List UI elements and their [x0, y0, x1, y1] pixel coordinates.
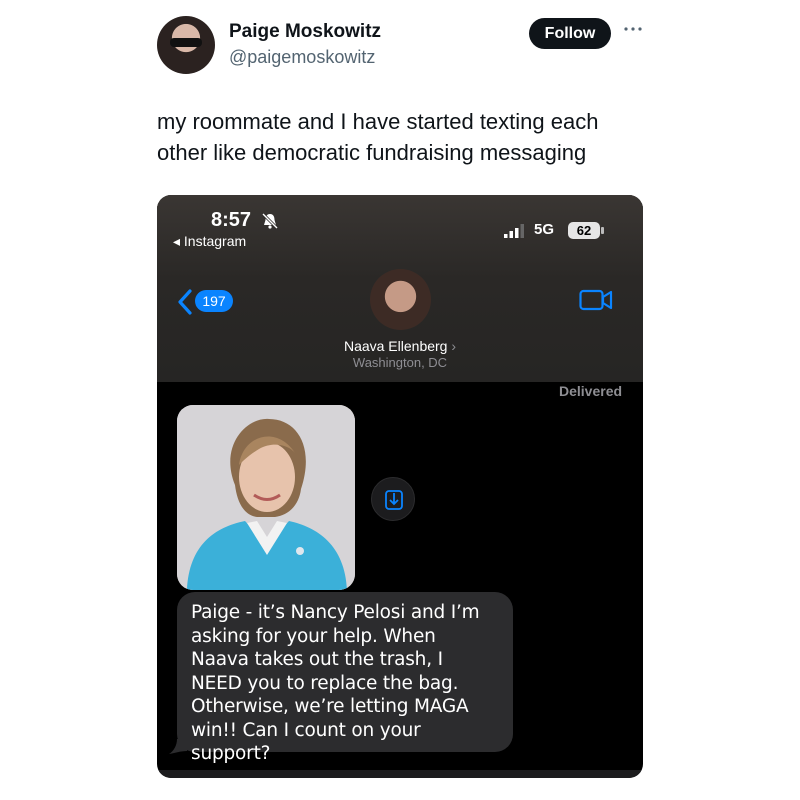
contact-name[interactable]: Naava Ellenberg › [157, 338, 643, 354]
bell-slash-icon [261, 212, 279, 230]
message-text: Paige - it’s Nancy Pelosi and I’m asking… [191, 602, 480, 764]
chevron-right-icon: › [451, 338, 457, 354]
chevron-left-icon[interactable] [175, 288, 195, 316]
contact-name-text: Naava Ellenberg [343, 338, 448, 354]
network-type: 5G [534, 221, 555, 238]
tweet-header: Paige Moskowitz @paigemoskowitz Follow [157, 16, 643, 78]
battery-cap [601, 227, 604, 234]
status-time: 8:57 [211, 209, 252, 231]
message-bubble[interactable]: Paige - it’s Nancy Pelosi and I’m asking… [177, 592, 513, 764]
signal-bars-icon [504, 224, 524, 238]
contact-avatar[interactable] [370, 269, 431, 330]
bubble-tail [169, 739, 187, 754]
author-avatar[interactable] [157, 16, 215, 74]
screenshot-attachment[interactable]: 8:57 ◂ Instagram 5G 62 197 Naava Ellenbe… [157, 195, 643, 778]
follow-button[interactable]: Follow [529, 18, 611, 49]
message-photo[interactable] [177, 405, 355, 590]
save-image-button[interactable] [371, 477, 415, 521]
author-name[interactable]: Paige Moskowitz [229, 21, 381, 43]
delivered-status: Delivered [559, 383, 623, 399]
conversation-header: 8:57 ◂ Instagram 5G 62 197 Naava Ellenbe… [157, 195, 643, 382]
download-icon [385, 490, 403, 510]
contact-location: Washington, DC [352, 355, 448, 370]
portrait-photo-graphic [177, 405, 355, 590]
author-handle[interactable]: @paigemoskowitz [229, 47, 375, 68]
more-horizontal-icon[interactable] [623, 22, 643, 36]
back-to-instagram[interactable]: ◂ Instagram [173, 233, 246, 250]
video-camera-icon[interactable] [579, 289, 613, 311]
unread-count-badge[interactable]: 197 [195, 290, 233, 312]
battery-level: 62 [568, 222, 600, 239]
input-bar-edge [157, 770, 643, 778]
sunglasses-graphic [170, 38, 202, 47]
tweet-text: my roommate and I have started texting e… [157, 109, 599, 165]
